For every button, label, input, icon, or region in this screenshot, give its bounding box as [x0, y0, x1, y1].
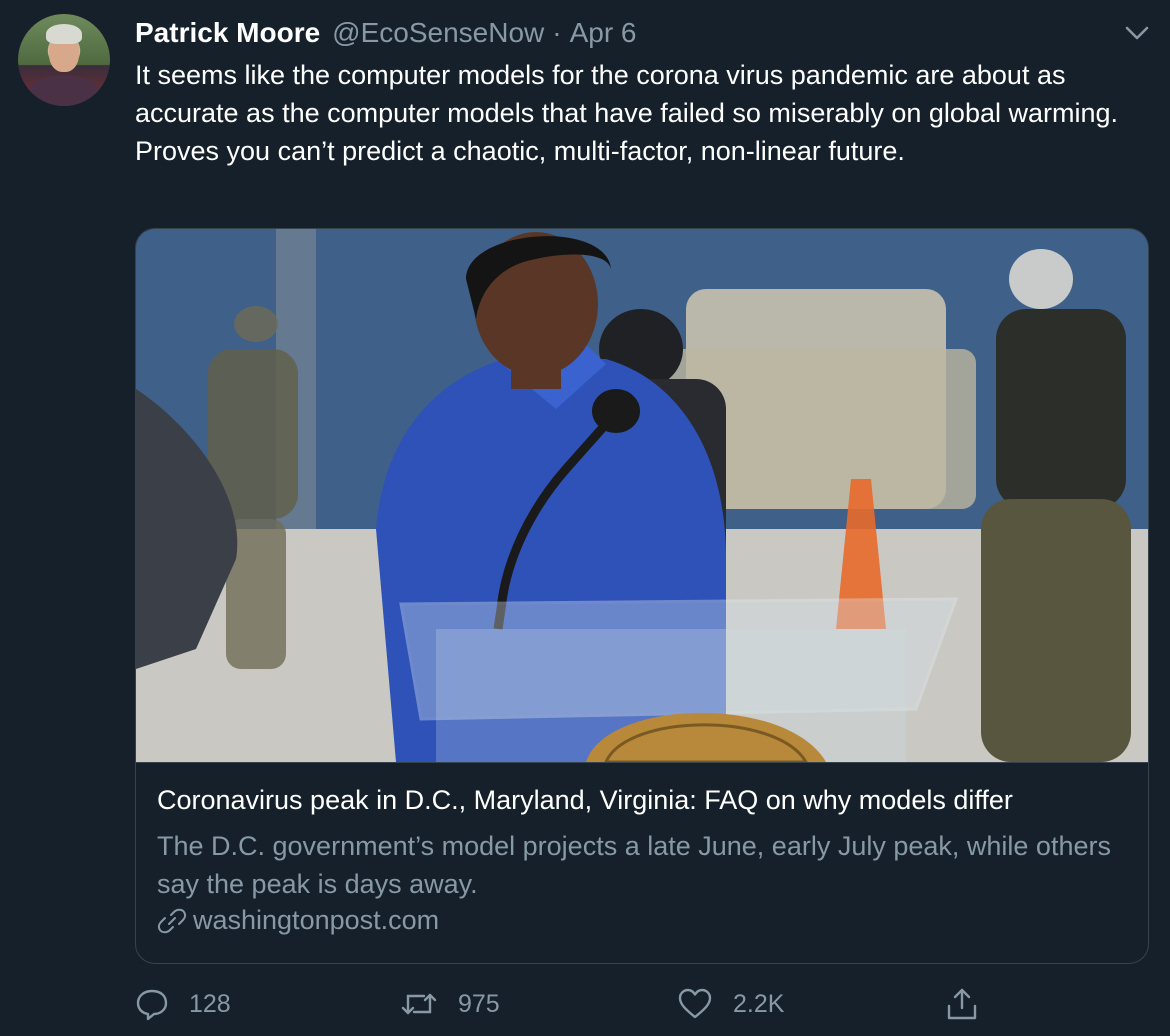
avatar-shirt	[30, 76, 98, 106]
link-icon	[157, 908, 187, 933]
share-button[interactable]	[945, 982, 999, 1026]
retweet-button[interactable]: 975	[400, 982, 500, 1026]
retweet-icon	[401, 993, 437, 1015]
card-photo	[136, 229, 1148, 762]
reply-count: 128	[189, 989, 231, 1018]
card-body[interactable]: Coronavirus peak in D.C., Maryland, Virg…	[136, 762, 1148, 963]
heart-icon	[678, 988, 712, 1019]
link-card[interactable]: Coronavirus peak in D.C., Maryland, Virg…	[135, 228, 1149, 964]
tweet-header: Patrick Moore @EcoSenseNow · Apr 6	[135, 14, 637, 52]
avatar-hair	[46, 24, 82, 44]
card-domain: washingtonpost.com	[157, 905, 439, 936]
reply-button[interactable]: 128	[135, 982, 231, 1026]
header-separator: ·	[552, 17, 562, 48]
author-handle[interactable]: @EcoSenseNow	[332, 17, 544, 49]
card-image[interactable]	[136, 229, 1148, 762]
like-button[interactable]: 2.2K	[677, 982, 784, 1026]
card-title: Coronavirus peak in D.C., Maryland, Virg…	[157, 785, 1013, 815]
tweet-actions: 128 975 2.2K	[135, 982, 1165, 1026]
tweet-date[interactable]: Apr 6	[570, 17, 637, 49]
reply-icon	[136, 989, 168, 1021]
author-avatar[interactable]	[18, 14, 110, 106]
chevron-down-icon[interactable]	[1124, 20, 1150, 46]
retweet-count: 975	[458, 989, 500, 1018]
tweet-text: It seems like the computer models for th…	[135, 60, 1119, 166]
share-icon	[947, 988, 977, 1020]
card-description: The D.C. government’s model projects a l…	[157, 831, 1111, 899]
author-name[interactable]: Patrick Moore	[135, 17, 320, 49]
like-count: 2.2K	[733, 989, 785, 1018]
card-domain-text: washingtonpost.com	[193, 905, 440, 935]
